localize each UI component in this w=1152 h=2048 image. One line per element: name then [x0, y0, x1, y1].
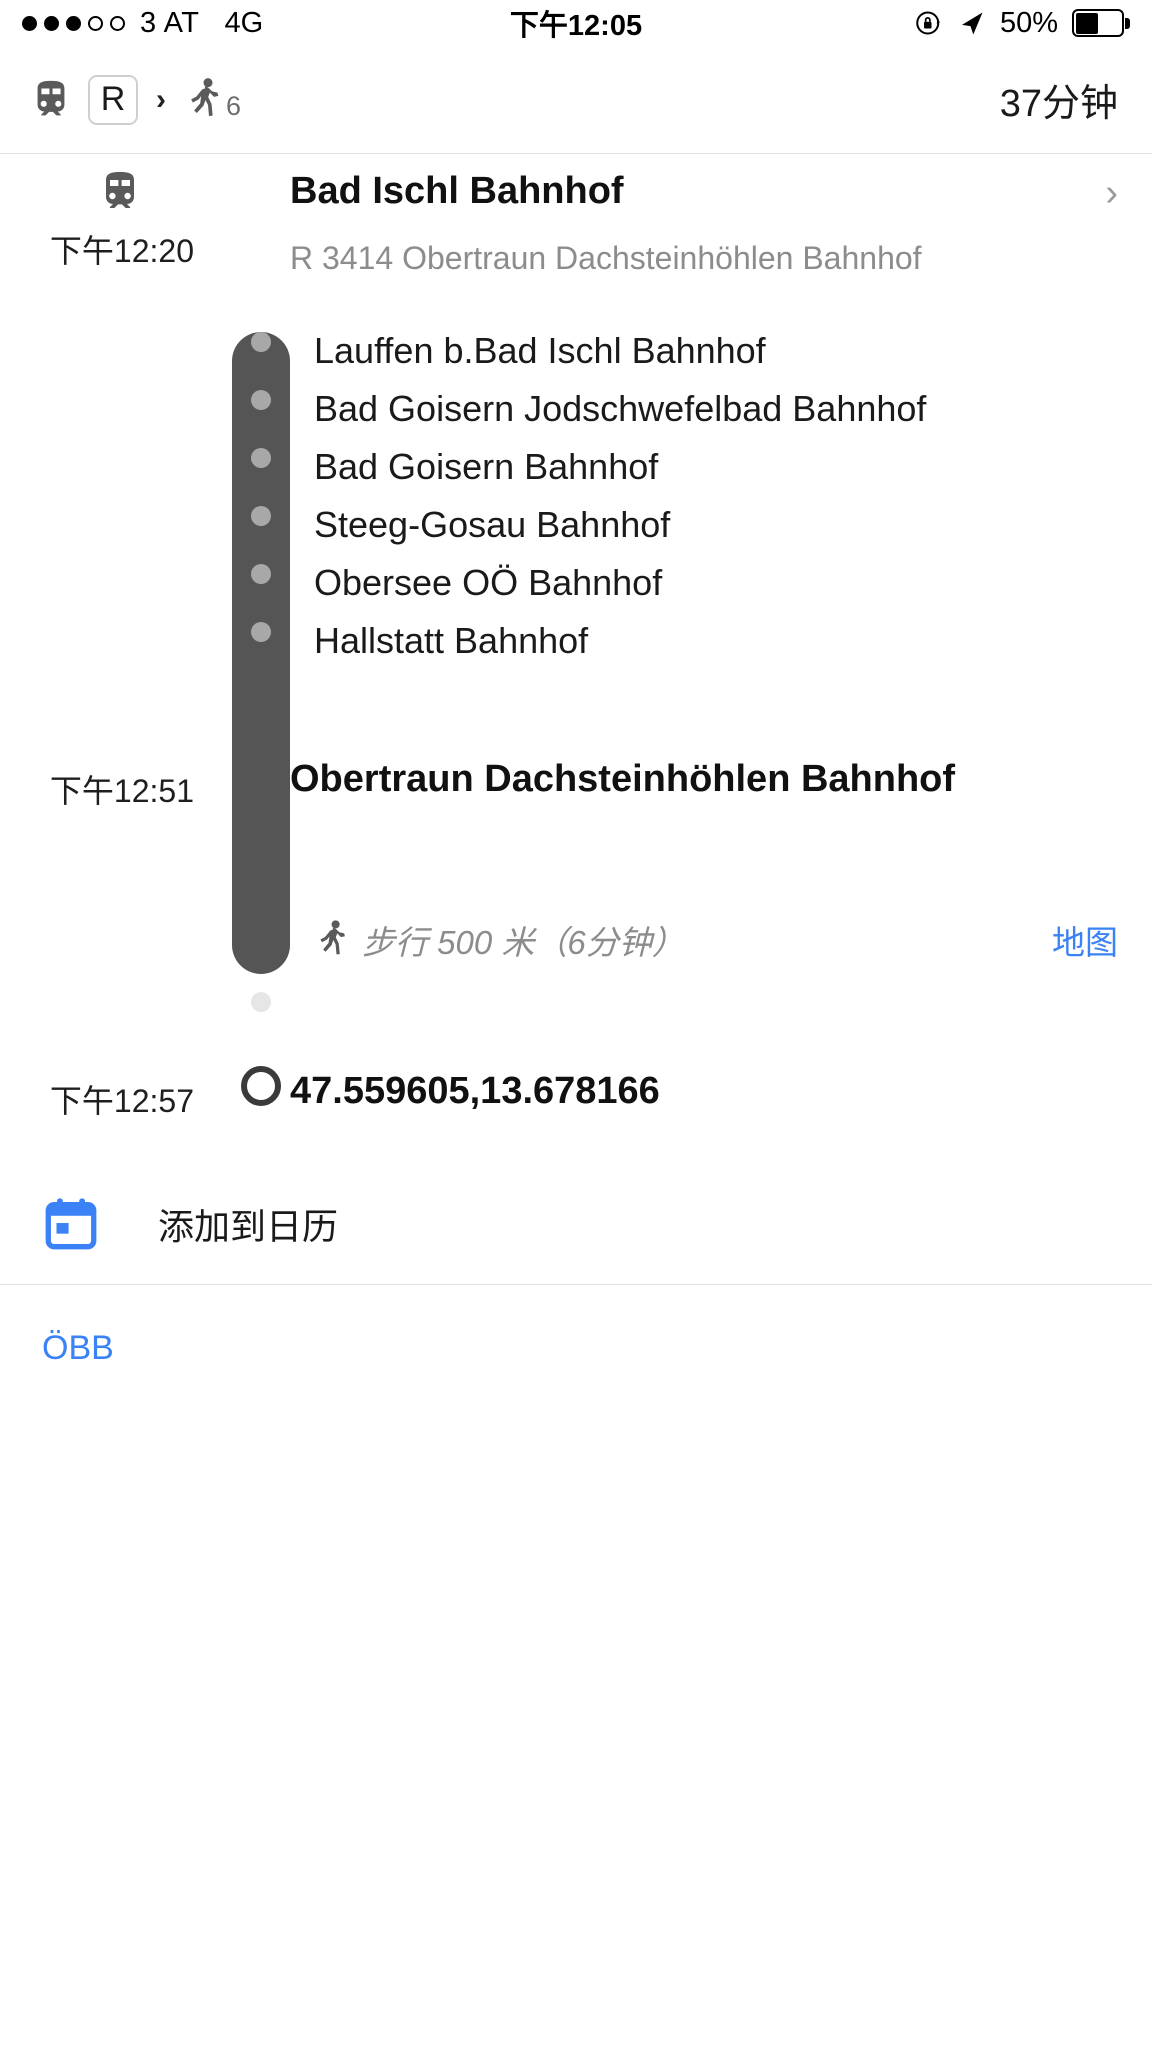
- itinerary-list: 下午12:20 Bad Ischl Bahnhof › R 3414 Obert…: [0, 154, 1152, 1164]
- stop-name: Obersee OÖ Bahnhof: [314, 562, 663, 603]
- add-to-calendar-button[interactable]: 添加到日历: [0, 1164, 1152, 1284]
- total-duration-label: 37分钟: [999, 83, 1118, 125]
- footer: ÖBB: [0, 1285, 1152, 1368]
- stop-node-marker: [251, 622, 271, 642]
- battery-percent-label: 50%: [999, 6, 1058, 39]
- arrival-row[interactable]: 下午12:51 Obertraun Dachsteinhöhlen Bahnho…: [0, 752, 1152, 848]
- walking-icon: [191, 77, 219, 116]
- rotation-lock-icon: [916, 11, 940, 35]
- carrier-label: 3 AT: [140, 6, 200, 39]
- stop-node-marker: [251, 448, 271, 468]
- destination-label: 47.559605,13.678166: [290, 1070, 660, 1112]
- walk-summary: 6: [184, 76, 241, 124]
- departure-time-label: 下午12:20: [49, 233, 194, 269]
- stop-name: Lauffen b.Bad Ischl Bahnhof: [314, 330, 766, 371]
- stop-node-marker: [251, 564, 271, 584]
- list-item[interactable]: Obersee OÖ Bahnhof: [0, 564, 1152, 622]
- arrival-station-name: Obertraun Dachsteinhöhlen Bahnhof: [290, 758, 956, 800]
- list-item[interactable]: Steeg-Gosau Bahnhof: [0, 506, 1152, 564]
- destination-row[interactable]: 下午12:57 47.559605,13.678166: [0, 1054, 1152, 1164]
- departure-station-name: Bad Ischl Bahnhof: [290, 170, 624, 212]
- stop-name: Bad Goisern Bahnhof: [314, 446, 659, 487]
- status-bar-left: 3 AT 4G: [22, 7, 263, 40]
- battery-icon: [1072, 9, 1130, 37]
- list-item[interactable]: Bad Goisern Jodschwefelbad Bahnhof: [0, 390, 1152, 448]
- add-to-calendar-label: 添加到日历: [158, 1206, 339, 1247]
- attribution-link[interactable]: ÖBB: [42, 1329, 114, 1367]
- route-line-label: R 3414 Obertraun Dachsteinhöhlen Bahnhof: [290, 240, 922, 276]
- stop-node-marker: [251, 506, 271, 526]
- stop-node-marker: [251, 390, 271, 410]
- intermediate-stops-list: Lauffen b.Bad Ischl Bahnhof Bad Goisern …: [0, 272, 1152, 680]
- transit-line-badge: R: [88, 74, 138, 125]
- list-item[interactable]: Bad Goisern Bahnhof: [0, 448, 1152, 506]
- stop-name: Hallstatt Bahnhof: [314, 620, 589, 661]
- network-type-label: 4G: [224, 6, 264, 39]
- route-summary-header[interactable]: R › 6 37分钟: [0, 46, 1152, 154]
- stop-node-marker: [251, 332, 271, 352]
- chevron-right-icon[interactable]: ›: [1105, 172, 1152, 215]
- walk-description-label: 步行 500 米（6分钟）: [362, 924, 685, 961]
- clock-label: 下午12:05: [509, 10, 643, 42]
- arrival-time-label: 下午12:51: [49, 773, 194, 809]
- status-bar-right: 50%: [914, 7, 1130, 40]
- walk-minutes-label: 6: [226, 90, 242, 121]
- destination-node-marker: [232, 1066, 290, 1106]
- location-arrow-icon: [961, 12, 983, 35]
- walking-icon: [320, 920, 345, 955]
- signal-strength-icon: [22, 15, 125, 31]
- mode-separator-icon: ›: [156, 82, 166, 116]
- map-link-button[interactable]: 地图: [1052, 916, 1152, 964]
- list-item[interactable]: Hallstatt Bahnhof: [0, 622, 1152, 680]
- stop-name: Bad Goisern Jodschwefelbad Bahnhof: [314, 388, 927, 429]
- calendar-icon: [45, 1198, 97, 1250]
- departure-node-marker: [232, 184, 290, 218]
- mode-sequence: R › 6: [28, 74, 241, 125]
- list-item[interactable]: Lauffen b.Bad Ischl Bahnhof: [0, 332, 1152, 390]
- destination-time-label: 下午12:57: [49, 1083, 194, 1119]
- walk-path-dot: [251, 992, 271, 1012]
- departure-train-icon: [106, 172, 134, 208]
- train-icon: [37, 80, 65, 115]
- stop-name: Steeg-Gosau Bahnhof: [314, 504, 671, 545]
- departure-row[interactable]: 下午12:20 Bad Ischl Bahnhof › R 3414 Obert…: [0, 154, 1152, 274]
- status-bar: 3 AT 4G 下午12:05 50%: [0, 0, 1152, 46]
